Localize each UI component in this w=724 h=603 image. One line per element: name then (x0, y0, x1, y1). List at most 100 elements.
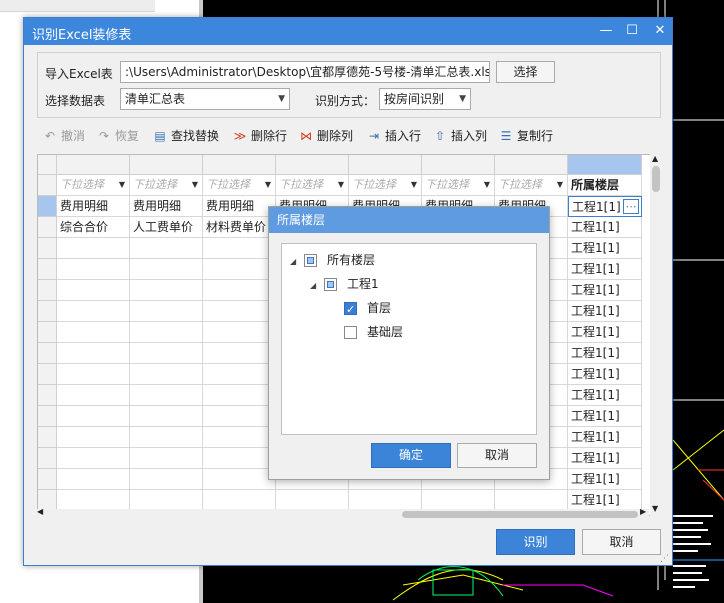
collapse-icon[interactable]: ◢ (310, 276, 324, 296)
table-cell[interactable] (130, 490, 203, 511)
resize-grip-icon[interactable]: ⋰ (660, 554, 669, 564)
vertical-scroll-thumb[interactable] (652, 166, 660, 192)
row-header[interactable] (38, 343, 57, 364)
close-icon[interactable]: ✕ (648, 21, 672, 41)
table-cell[interactable] (203, 469, 276, 490)
floor-cell[interactable]: 工程1[1] (568, 364, 642, 385)
row-header[interactable] (38, 238, 57, 259)
table-cell[interactable] (203, 301, 276, 322)
horizontal-scroll-thumb[interactable] (402, 511, 638, 518)
table-cell[interactable] (57, 448, 130, 469)
table-cell[interactable] (203, 280, 276, 301)
table-cell[interactable] (130, 343, 203, 364)
table-cell[interactable] (130, 322, 203, 343)
table-cell[interactable]: 费用明细 (57, 196, 130, 217)
delete-column-button[interactable]: ⋈ 删除列 (298, 126, 353, 146)
table-cell[interactable] (203, 385, 276, 406)
table-cell[interactable] (130, 259, 203, 280)
floor-cell[interactable]: 工程1[1] ⋯ (568, 196, 642, 217)
filter-dropdown[interactable]: 下拉选择 ▼ (276, 175, 349, 196)
checkbox-all-floors[interactable] (304, 254, 317, 267)
table-cell[interactable] (349, 490, 422, 511)
floor-cell[interactable]: 工程1[1] (568, 448, 642, 469)
table-cell[interactable] (57, 364, 130, 385)
column-header[interactable] (57, 155, 130, 175)
floor-cell[interactable]: 工程1[1] (568, 490, 642, 511)
minimize-icon[interactable]: — (594, 21, 618, 41)
column-header[interactable] (568, 155, 642, 175)
floor-cell[interactable]: 工程1[1] (568, 217, 642, 238)
collapse-icon[interactable]: ◢ (290, 252, 304, 272)
table-cell[interactable] (203, 427, 276, 448)
row-header[interactable] (38, 196, 57, 217)
table-cell[interactable] (130, 364, 203, 385)
table-cell[interactable]: 人工费单价 (130, 217, 203, 238)
select-file-button[interactable]: 选择 (496, 61, 555, 83)
table-cell[interactable] (57, 238, 130, 259)
row-header[interactable] (38, 280, 57, 301)
table-cell[interactable]: 材料费单价 (203, 217, 276, 238)
row-header[interactable] (38, 217, 57, 238)
redo-button[interactable]: ↷ 恢复 (96, 126, 139, 146)
table-cell[interactable] (130, 238, 203, 259)
table-cell[interactable] (203, 364, 276, 385)
row-header[interactable] (38, 427, 57, 448)
floor-cell[interactable]: 工程1[1] (568, 343, 642, 364)
scroll-up-icon[interactable]: ▲ (652, 154, 658, 163)
maximize-icon[interactable]: ☐ (620, 21, 644, 41)
table-cell[interactable] (276, 490, 349, 511)
tree-item-project[interactable]: ◢ 工程1 (310, 274, 379, 294)
row-header[interactable] (38, 175, 57, 196)
column-header[interactable] (38, 155, 57, 175)
filter-dropdown[interactable]: 下拉选择 ▼ (130, 175, 203, 196)
row-header[interactable] (38, 469, 57, 490)
table-cell[interactable] (203, 448, 276, 469)
table-cell[interactable]: 费用明细 (203, 196, 276, 217)
table-cell[interactable] (57, 259, 130, 280)
floor-ok-button[interactable]: 确定 (371, 443, 451, 468)
row-header[interactable] (38, 448, 57, 469)
table-cell[interactable] (57, 280, 130, 301)
tree-item-all-floors[interactable]: ◢ 所有楼层 (290, 250, 375, 270)
table-cell[interactable] (57, 469, 130, 490)
cancel-button[interactable]: 取消 (582, 529, 661, 555)
floor-cancel-button[interactable]: 取消 (457, 443, 537, 468)
table-cell[interactable]: 费用明细 (130, 196, 203, 217)
column-header[interactable] (203, 155, 276, 175)
row-header[interactable] (38, 385, 57, 406)
row-header[interactable] (38, 406, 57, 427)
undo-button[interactable]: ↶ 撤消 (42, 126, 85, 146)
filter-dropdown[interactable]: 下拉选择 ▼ (495, 175, 568, 196)
column-header[interactable] (422, 155, 495, 175)
table-cell[interactable] (57, 490, 130, 511)
table-cell[interactable] (203, 490, 276, 511)
floor-cell[interactable]: 工程1[1] (568, 427, 642, 448)
table-cell[interactable] (130, 427, 203, 448)
recognize-button[interactable]: 识别 (496, 529, 575, 555)
table-cell[interactable] (203, 238, 276, 259)
dialog-title-bar[interactable]: 识别Excel装修表 — ☐ ✕ (24, 18, 672, 45)
table-cell[interactable] (57, 322, 130, 343)
column-header[interactable] (349, 155, 422, 175)
filter-dropdown[interactable]: 下拉选择 ▼ (422, 175, 495, 196)
table-cell[interactable] (203, 259, 276, 280)
checkbox-first-floor[interactable] (344, 300, 357, 320)
scroll-down-icon[interactable]: ▼ (652, 504, 658, 513)
more-options-icon[interactable]: ⋯ (623, 199, 639, 214)
copy-row-button[interactable]: ☰ 复制行 (498, 126, 553, 146)
horizontal-scrollbar[interactable]: ◀ ▶ (37, 507, 649, 519)
table-cell[interactable] (57, 427, 130, 448)
table-cell[interactable] (130, 385, 203, 406)
scroll-right-icon[interactable]: ▶ (640, 507, 646, 516)
tree-item-foundation[interactable]: 基础层 (344, 322, 403, 342)
tree-item-first-floor[interactable]: 首层 (344, 298, 391, 320)
column-header[interactable] (130, 155, 203, 175)
table-cell[interactable] (130, 448, 203, 469)
insert-row-button[interactable]: ⇥ 插入行 (366, 126, 421, 146)
table-cell[interactable] (130, 406, 203, 427)
table-cell[interactable] (57, 385, 130, 406)
datasheet-select[interactable]: 清单汇总表 ▼ (120, 88, 290, 110)
table-cell[interactable] (495, 490, 568, 511)
method-select[interactable]: 按房间识别 ▼ (379, 88, 471, 110)
checkbox-foundation[interactable] (344, 326, 357, 339)
